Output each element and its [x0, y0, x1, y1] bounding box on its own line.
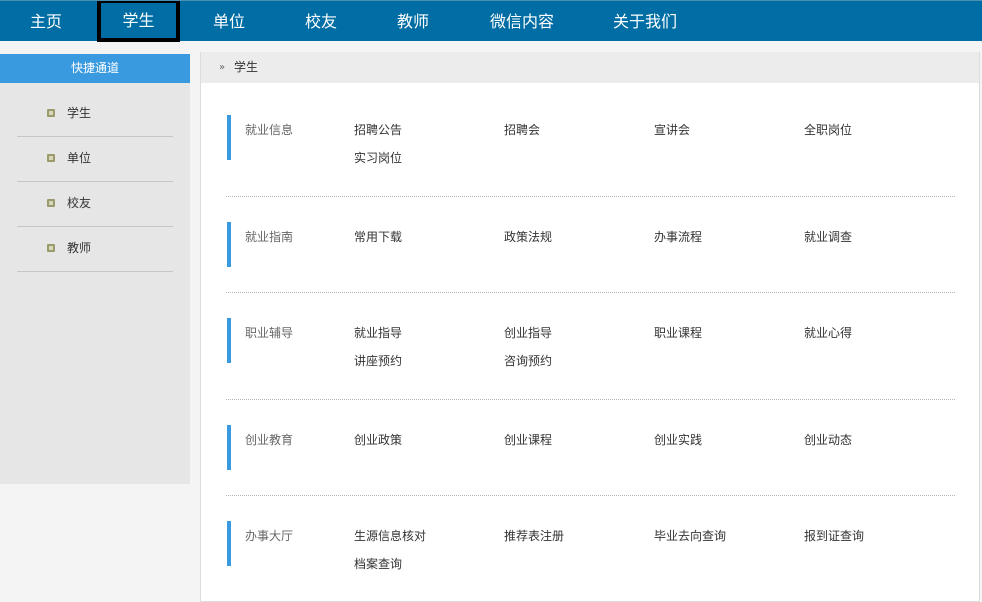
square-bullet-icon [47, 109, 55, 117]
link-startup-courses[interactable]: 创业课程 [504, 433, 552, 447]
sidebar-item-employer[interactable]: 单位 [17, 137, 173, 182]
section-title: 办事大厅 [245, 529, 294, 543]
link-info-session[interactable]: 宣讲会 [654, 123, 690, 137]
link-career-guidance[interactable]: 就业指导 [354, 326, 402, 340]
nav-item-home[interactable]: 主页 [22, 1, 70, 42]
sidebar-item-teacher[interactable]: 教师 [17, 227, 173, 272]
link-report-cert-query[interactable]: 报到证查询 [804, 529, 864, 543]
link-consult-booking[interactable]: 咨询预约 [504, 354, 552, 368]
link-startup-news[interactable]: 创业动态 [804, 433, 852, 447]
top-nav: 主页 学生 单位 校友 教师 微信内容 关于我们 [0, 0, 982, 42]
link-startup-guidance[interactable]: 创业指导 [504, 326, 552, 340]
breadcrumb: » 学生 [201, 52, 979, 83]
section-title: 就业指南 [245, 230, 294, 244]
link-downloads[interactable]: 常用下载 [354, 230, 402, 244]
main-panel: » 学生 就业信息 招聘公告 招聘会 宣讲会 全职岗位 实习岗位 就业指南 常用… [200, 52, 980, 602]
square-bullet-icon [47, 199, 55, 207]
link-experiences[interactable]: 就业心得 [804, 326, 852, 340]
nav-item-student[interactable]: 学生 [97, 1, 180, 42]
section-career-coaching: 职业辅导 就业指导 创业指导 职业课程 就业心得 讲座预约 咨询预约 [226, 293, 955, 400]
link-recruitment-notice[interactable]: 招聘公告 [354, 123, 402, 137]
section-accent-bar [227, 318, 231, 363]
link-student-info-check[interactable]: 生源信息核对 [354, 529, 426, 543]
section-accent-bar [227, 222, 231, 267]
sidebar: 快捷通道 学生 单位 校友 教师 [0, 54, 190, 484]
sidebar-item-label: 校友 [67, 196, 92, 210]
section-title: 创业教育 [245, 433, 294, 447]
sidebar-item-student[interactable]: 学生 [17, 92, 173, 137]
link-policies[interactable]: 政策法规 [504, 230, 552, 244]
section-accent-bar [227, 521, 231, 566]
link-procedures[interactable]: 办事流程 [654, 230, 702, 244]
link-lecture-booking[interactable]: 讲座预约 [354, 354, 402, 368]
nav-item-wechat[interactable]: 微信内容 [480, 1, 564, 42]
link-career-courses[interactable]: 职业课程 [654, 326, 702, 340]
section-employment-info: 就业信息 招聘公告 招聘会 宣讲会 全职岗位 实习岗位 [226, 104, 955, 197]
section-accent-bar [227, 115, 231, 160]
nav-item-teacher[interactable]: 教师 [389, 1, 437, 42]
link-archive-query[interactable]: 档案查询 [354, 557, 402, 571]
sidebar-item-label: 教师 [67, 241, 92, 255]
breadcrumb-label: 学生 [234, 60, 259, 74]
square-bullet-icon [47, 154, 55, 162]
link-internships[interactable]: 实习岗位 [354, 151, 402, 165]
sidebar-item-label: 学生 [67, 106, 92, 120]
link-employment-survey[interactable]: 就业调查 [804, 230, 852, 244]
sidebar-title: 快捷通道 [0, 54, 190, 83]
link-fulltime-jobs[interactable]: 全职岗位 [804, 123, 852, 137]
square-bullet-icon [47, 244, 55, 252]
nav-item-alumni[interactable]: 校友 [297, 1, 345, 42]
nav-item-about[interactable]: 关于我们 [605, 1, 685, 42]
sidebar-item-label: 单位 [67, 151, 92, 165]
nav-item-employer[interactable]: 单位 [205, 1, 253, 42]
section-service-hall: 办事大厅 生源信息核对 推荐表注册 毕业去向查询 报到证查询 档案查询 [226, 496, 955, 602]
double-chevron-right-icon: » [219, 62, 226, 73]
link-destination-query[interactable]: 毕业去向查询 [654, 529, 726, 543]
link-startup-policy[interactable]: 创业政策 [354, 433, 402, 447]
link-recommendation-register[interactable]: 推荐表注册 [504, 529, 564, 543]
section-entrepreneurship: 创业教育 创业政策 创业课程 创业实践 创业动态 [226, 400, 955, 496]
section-title: 就业信息 [245, 123, 294, 137]
section-employment-guide: 就业指南 常用下载 政策法规 办事流程 就业调查 [226, 197, 955, 293]
section-accent-bar [227, 425, 231, 470]
link-startup-practice[interactable]: 创业实践 [654, 433, 702, 447]
section-title: 职业辅导 [245, 326, 294, 340]
link-job-fair[interactable]: 招聘会 [504, 123, 540, 137]
sidebar-item-alumni[interactable]: 校友 [17, 182, 173, 227]
